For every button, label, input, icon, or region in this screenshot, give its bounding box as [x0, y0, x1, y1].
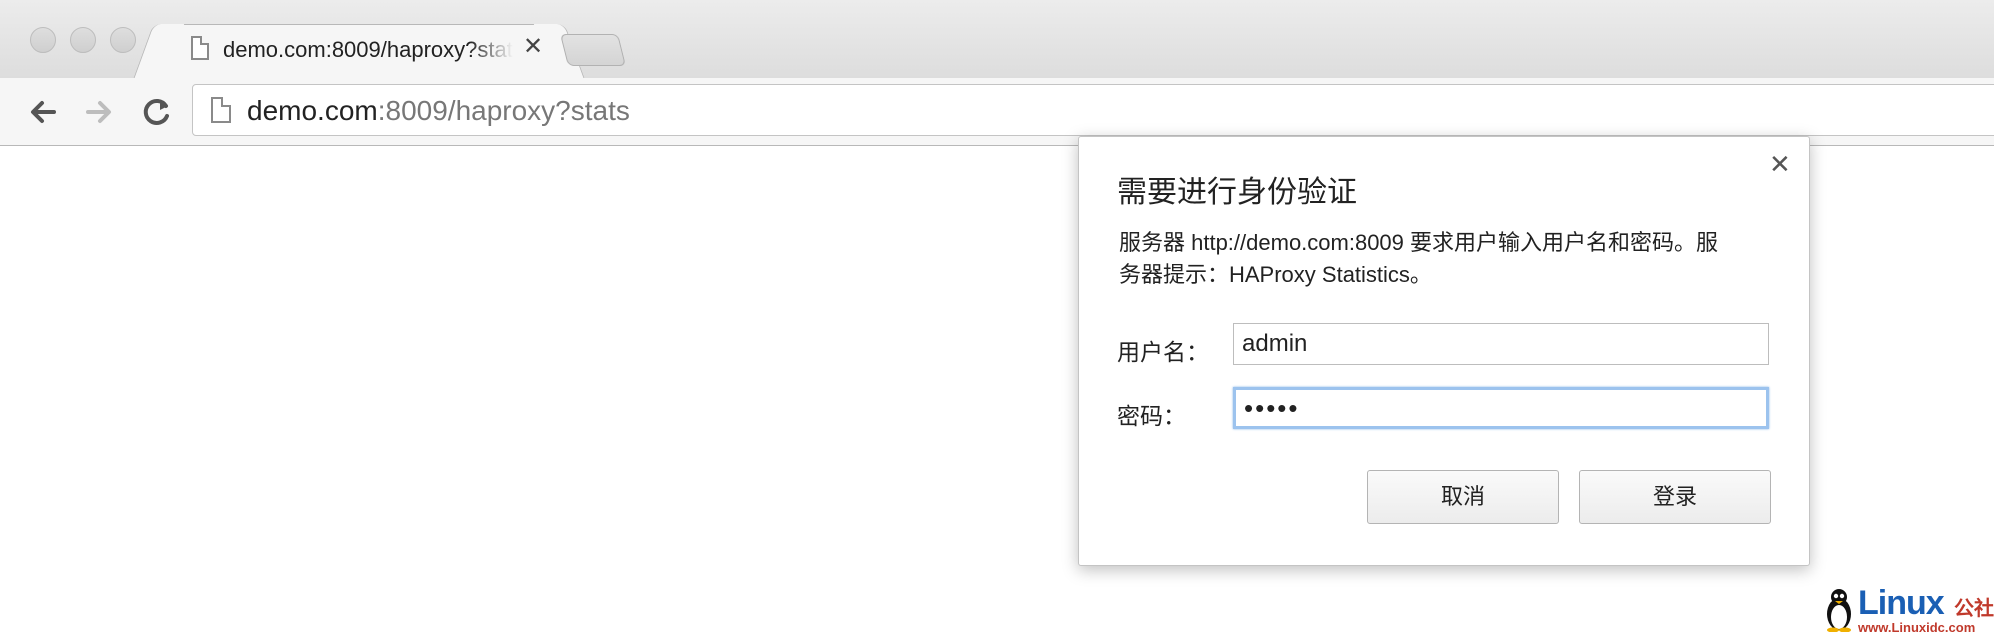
page-icon: [191, 36, 209, 60]
dialog-close-icon[interactable]: ✕: [1769, 151, 1791, 177]
window-minimize-button[interactable]: [70, 27, 96, 53]
dialog-title: 需要进行身份验证: [1117, 176, 1357, 209]
page-icon: [211, 97, 231, 123]
browser-titlebar: demo.com:8009/haproxy?stats ✕: [0, 0, 1994, 80]
auth-dialog: ✕ 需要进行身份验证 服务器 http://demo.com:8009 要求用户…: [1078, 136, 1810, 566]
window-maximize-button[interactable]: [110, 27, 136, 53]
url-path: :8009/haproxy?stats: [377, 95, 630, 126]
address-bar[interactable]: demo.com:8009/haproxy?stats: [192, 84, 1994, 136]
tab-close-icon[interactable]: ✕: [523, 33, 543, 60]
cancel-button[interactable]: 取消: [1367, 470, 1559, 524]
watermark-url: www.Linuxidc.com: [1858, 620, 1976, 635]
watermark-brand: Linux: [1858, 584, 1945, 622]
window-close-button[interactable]: [30, 27, 56, 53]
password-input[interactable]: [1233, 387, 1769, 429]
tab-active[interactable]: demo.com:8009/haproxy?stats ✕: [160, 24, 558, 80]
tux-penguin-icon: [1827, 589, 1851, 632]
url-host: demo.com: [247, 95, 378, 126]
watermark: Linux 公社 www.Linuxidc.com: [1818, 584, 1994, 636]
watermark-suffix: 公社: [1954, 598, 1994, 620]
dialog-message: 服务器 http://demo.com:8009 要求用户输入用户名和密码。服务…: [1119, 230, 1719, 287]
login-button[interactable]: 登录: [1579, 470, 1771, 524]
password-label: 密码：: [1117, 403, 1186, 429]
address-url[interactable]: demo.com:8009/haproxy?stats: [247, 95, 630, 127]
username-input[interactable]: [1233, 323, 1769, 365]
reload-icon[interactable]: [136, 92, 176, 132]
back-arrow-icon[interactable]: [24, 92, 64, 132]
forward-arrow-icon[interactable]: [78, 92, 118, 132]
tab-title: demo.com:8009/haproxy?stats: [223, 37, 513, 62]
username-label: 用户名：: [1117, 339, 1209, 365]
new-tab-button[interactable]: [560, 34, 626, 66]
